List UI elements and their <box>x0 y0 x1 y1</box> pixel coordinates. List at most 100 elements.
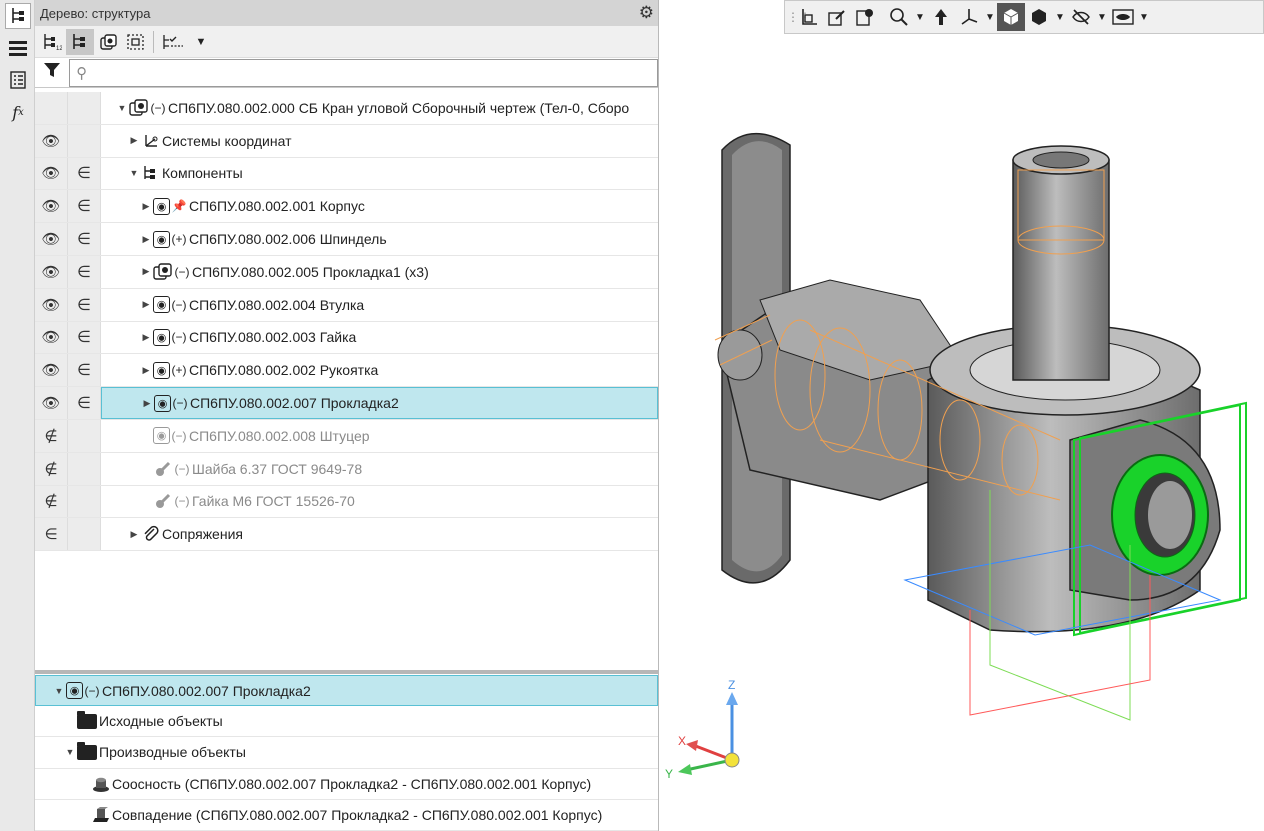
relations-tree: ▼ ◉ (−) СП6ПУ.080.002.007 Прокладка2 Исх… <box>35 675 658 831</box>
include-element-icon[interactable]: ∈ <box>68 255 101 288</box>
eye-icon[interactable]: 👁 <box>35 288 68 321</box>
tree-row-item[interactable]: 👁 ∈ ▶ ◉ (−) СП6ПУ.080.002.004 Втулка <box>35 288 658 322</box>
tree-root-label: СП6ПУ.080.002.000 СБ Кран угловой Сбороч… <box>168 99 630 116</box>
eye-icon[interactable]: 👁 <box>35 124 68 157</box>
tree-row-item[interactable]: 👁 ∈ ▶ ◉ (+) СП6ПУ.080.002.006 Шпиндель <box>35 223 658 256</box>
eye-icon[interactable]: 👁 <box>35 223 68 255</box>
eye-icon[interactable]: 👁 <box>35 321 68 354</box>
source-objects-row[interactable]: Исходные объекты <box>35 706 658 738</box>
part-icon: ◉ <box>153 328 170 346</box>
expand-right-icon[interactable]: ▶ <box>127 135 141 146</box>
tree-structure-view-icon[interactable] <box>66 28 94 55</box>
toolbar-divider <box>153 30 154 53</box>
minus-sign-icon: (−) <box>174 461 190 476</box>
model-viewport[interactable]: ⋮⋮ ▼ ▼ ▼ ▼ ▼ Z X Y <box>660 0 1264 831</box>
tree-item-label: СП6ПУ.080.002.003 Гайка <box>189 329 357 346</box>
tree-filter-options-icon[interactable] <box>157 29 193 55</box>
gear-icon[interactable]: ⚙ <box>639 3 654 23</box>
folder-icon <box>77 741 97 760</box>
tree-row-body: ▶ Системы координат <box>101 125 658 157</box>
expand-right-icon[interactable]: ▶ <box>140 398 154 409</box>
tree-item-label: СП6ПУ.080.002.007 Прокладка2 <box>190 395 399 412</box>
include-element-icon[interactable]: ∈ <box>68 387 101 419</box>
include-element-icon[interactable]: ∈ <box>35 518 68 551</box>
constraint-label: Совпадение (СП6ПУ.080.002.007 Прокладка2… <box>112 806 603 823</box>
search-input[interactable] <box>93 64 657 81</box>
filter-funnel-icon[interactable] <box>35 61 69 84</box>
tree-row-coord-systems[interactable]: 👁 ▶ Системы координат <box>35 124 658 158</box>
relations-head-row[interactable]: ▼ ◉ (−) СП6ПУ.080.002.007 Прокладка2 <box>35 675 658 707</box>
tree-row-body: ◉ (−) СП6ПУ.080.002.008 Штуцер <box>101 420 658 452</box>
eye-icon[interactable]: 👁 <box>35 157 68 190</box>
eye-icon[interactable]: 👁 <box>35 387 68 419</box>
expand-right-icon[interactable]: ▶ <box>127 529 141 540</box>
include-element-icon[interactable]: ∈ <box>68 157 101 190</box>
tree-row-item[interactable]: 👁 ∈ ▶ (−) СП6ПУ.080.002.005 Прокладка1 (… <box>35 255 658 289</box>
expand-right-icon[interactable]: ▶ <box>139 234 153 245</box>
derived-objects-row[interactable]: ▼ Производные объекты <box>35 737 658 769</box>
panel-titlebar: Дерево: структура ⚙ <box>35 0 658 26</box>
tree-row-item-excluded[interactable]: ∉ ◉ (−) СП6ПУ.080.002.008 Штуцер <box>35 419 658 453</box>
properties-icon[interactable] <box>5 67 31 93</box>
tree-row-item-excluded[interactable]: ∉ (−) Гайка М6 ГОСТ 15526-70 <box>35 485 658 519</box>
constraint-row[interactable]: Совпадение (СП6ПУ.080.002.007 Прокладка2… <box>35 800 658 831</box>
expand-right-icon[interactable]: ▶ <box>139 365 153 376</box>
minus-sign-icon: (−) <box>84 683 100 698</box>
tree-numbered-icon[interactable]: 12 <box>38 29 66 55</box>
tree-row-item-excluded[interactable]: ∉ (−) Шайба 6.37 ГОСТ 9649-78 <box>35 452 658 486</box>
eye-icon[interactable]: 👁 <box>35 255 68 288</box>
expand-down-icon[interactable]: ▼ <box>127 168 141 178</box>
tree-structure-icon[interactable] <box>5 3 31 29</box>
expand-down-icon[interactable]: ▼ <box>63 747 77 757</box>
tree-row-body: ▶ (−) СП6ПУ.080.002.005 Прокладка1 (x3) <box>101 256 658 288</box>
tree-row-root[interactable]: ▼ (−) СП6ПУ.080.002.000 СБ Кран угловой … <box>35 92 658 125</box>
expand-right-icon[interactable]: ▶ <box>139 299 153 310</box>
tree-row-item[interactable]: 👁 ∈ ▶ ◉ (−) СП6ПУ.080.002.003 Гайка <box>35 321 658 355</box>
eye-icon[interactable]: 👁 <box>35 354 68 387</box>
part-icon: ◉ <box>153 427 170 445</box>
visibility-cell <box>35 92 68 124</box>
structure-tree: ▼ (−) СП6ПУ.080.002.000 СБ Кран угловой … <box>35 92 658 552</box>
plus-sign-icon: (+) <box>171 363 187 378</box>
components-view-icon[interactable] <box>94 29 122 55</box>
tree-row-body: (−) Шайба 6.37 ГОСТ 9649-78 <box>101 453 658 485</box>
include-element-icon[interactable]: ∈ <box>68 354 101 387</box>
tree-item-label: СП6ПУ.080.002.005 Прокладка1 (x3) <box>192 263 429 280</box>
excluded-element-icon[interactable]: ∉ <box>35 485 68 518</box>
minus-sign-icon: (−) <box>171 330 187 345</box>
excluded-element-icon[interactable]: ∉ <box>35 452 68 485</box>
expand-down-icon[interactable]: ▼ <box>115 103 129 113</box>
source-objects-label: Исходные объекты <box>99 713 223 730</box>
axis-y-label: Y <box>665 767 674 781</box>
include-cell <box>68 485 101 518</box>
chevron-down-icon[interactable]: ▼ <box>193 29 209 55</box>
tree-row-item[interactable]: 👁 ∈ ▶ ◉ (+) СП6ПУ.080.002.002 Рукоятка <box>35 354 658 388</box>
excluded-element-icon[interactable]: ∉ <box>35 419 68 452</box>
include-element-icon[interactable]: ∈ <box>68 321 101 354</box>
assembly-model-3d[interactable] <box>660 0 1264 831</box>
part-icon: ◉ <box>66 682 83 700</box>
tree-row-body: ▼ Компоненты <box>101 158 658 190</box>
selection-frame-icon[interactable] <box>122 29 150 55</box>
include-element-icon[interactable]: ∈ <box>68 190 101 223</box>
expand-down-icon[interactable]: ▼ <box>52 686 66 696</box>
include-element-icon[interactable]: ∈ <box>68 223 101 255</box>
panel-splitter[interactable] <box>35 670 658 674</box>
tree-row-item-selected[interactable]: 👁 ∈ ▶ ◉ (−) СП6ПУ.080.002.007 Прокладка2 <box>35 387 658 420</box>
tree-row-components[interactable]: 👁 ∈ ▼ Компоненты <box>35 157 658 191</box>
tree-panel: Дерево: структура ⚙ 12 ▼ ⚲ ▼ (−) СП6ПУ.0… <box>35 0 659 831</box>
constraint-row[interactable]: Соосность (СП6ПУ.080.002.007 Прокладка2 … <box>35 769 658 800</box>
tree-item-label: СП6ПУ.080.002.004 Втулка <box>189 296 365 313</box>
tree-row-body: ▶ ◉ (−) СП6ПУ.080.002.003 Гайка <box>101 322 658 354</box>
eye-icon[interactable]: 👁 <box>35 190 68 223</box>
variables-fx-icon[interactable]: fx <box>5 99 31 125</box>
tree-row-mates[interactable]: ∈ ▶ Сопряжения <box>35 518 658 552</box>
expand-right-icon[interactable]: ▶ <box>139 266 153 277</box>
expand-right-icon[interactable]: ▶ <box>139 201 153 212</box>
menu-list-icon[interactable] <box>5 35 31 61</box>
include-element-icon[interactable]: ∈ <box>68 288 101 321</box>
components-icon <box>141 163 161 183</box>
expand-right-icon[interactable]: ▶ <box>139 332 153 343</box>
include-cell <box>68 124 101 157</box>
tree-row-item[interactable]: 👁 ∈ ▶ ◉ 📌 СП6ПУ.080.002.001 Корпус <box>35 190 658 224</box>
